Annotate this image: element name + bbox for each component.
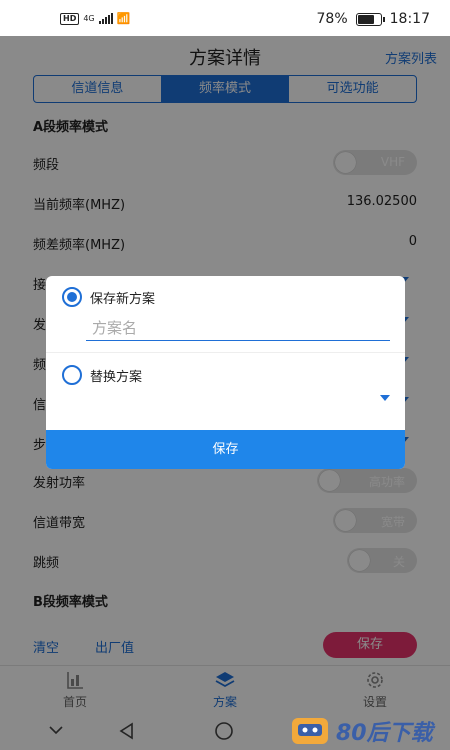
option-save-new[interactable]: 保存新方案 bbox=[62, 286, 155, 308]
signal-icon bbox=[98, 13, 113, 24]
dialog-divider bbox=[46, 352, 405, 353]
radio-unselected-icon[interactable] bbox=[62, 365, 82, 385]
network-type: 4G bbox=[83, 14, 95, 23]
status-left: HD 4G 📶 bbox=[60, 12, 130, 25]
watermark: 80后下载 bbox=[290, 714, 450, 748]
dialog-save-button[interactable]: 保存 bbox=[46, 430, 405, 469]
screen: HD 4G 📶 78% 18:17 方案详情 方案列表 信道信息 频率模式 可选… bbox=[0, 0, 450, 750]
chevron-down-icon bbox=[380, 395, 390, 401]
option-replace-label: 替换方案 bbox=[90, 369, 143, 385]
option-replace[interactable]: 替换方案 bbox=[62, 364, 142, 386]
hd-indicator: HD bbox=[60, 12, 80, 25]
clock: 18:17 bbox=[389, 11, 430, 27]
plan-name-input[interactable] bbox=[86, 315, 390, 341]
wifi-icon: 📶 bbox=[116, 12, 131, 25]
battery-percent: 78% bbox=[316, 11, 348, 27]
replace-plan-dropdown[interactable] bbox=[86, 386, 390, 410]
svg-text:80后下载: 80后下载 bbox=[336, 721, 436, 746]
option-save-new-label: 保存新方案 bbox=[90, 291, 156, 307]
watermark-logo: 80后下载 bbox=[292, 718, 436, 746]
battery-icon bbox=[355, 12, 385, 26]
status-right: 78% 18:17 bbox=[317, 11, 430, 27]
save-plan-dialog: 保存新方案 替换方案 保存 bbox=[46, 276, 405, 469]
status-bar: HD 4G 📶 78% 18:17 bbox=[0, 0, 450, 36]
radio-selected-icon[interactable] bbox=[62, 287, 82, 307]
